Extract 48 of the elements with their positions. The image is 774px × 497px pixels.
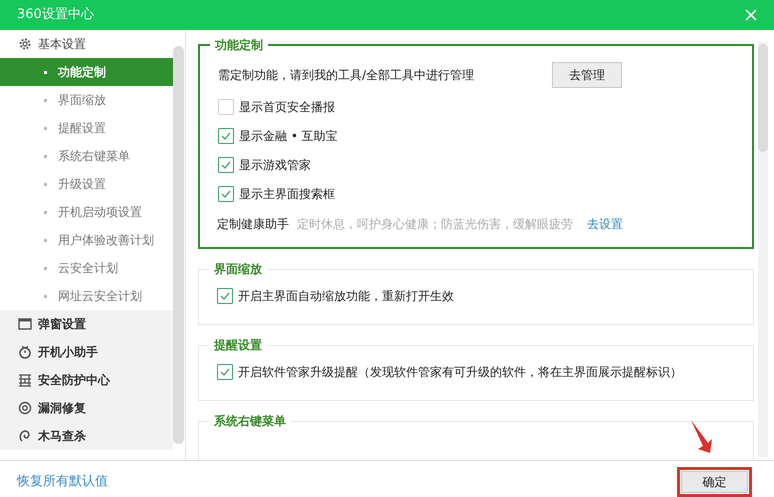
checkbox-option[interactable]: 显示主界面搜索框 (218, 184, 734, 204)
scrollbar-thumb[interactable] (173, 46, 184, 444)
checkbox[interactable] (218, 186, 234, 202)
checkbox[interactable] (218, 99, 234, 115)
settings-link[interactable]: 去设置 (587, 215, 623, 233)
sidebar-item[interactable]: 网址云安全计划 (0, 282, 173, 310)
sidebar-item[interactable]: 云安全计划 (0, 254, 173, 282)
grid-icon (18, 373, 32, 387)
sidebar-item[interactable]: 提醒设置 (0, 114, 173, 142)
gear-icon (18, 37, 32, 51)
window-title: 360设置中心 (17, 6, 94, 24)
instruction-text: 需定制功能，请到我的工具/全部工具中进行管理 (218, 67, 476, 84)
close-icon[interactable] (745, 9, 757, 21)
swirl-icon (18, 429, 32, 443)
group-title: 提醒设置 (209, 337, 267, 353)
description-text: 定时休息，呵护身心健康；防蓝光伤害，缓解眼疲劳 (297, 216, 573, 233)
sidebar-item[interactable]: 界面缩放 (0, 86, 173, 114)
sidebar-item[interactable]: 用户体验改善计划 (0, 226, 173, 254)
checkbox[interactable] (218, 157, 234, 173)
checkbox[interactable] (217, 288, 233, 304)
group-title: 界面缩放 (209, 261, 267, 277)
checkbox[interactable] (217, 364, 233, 380)
checkbox-option[interactable]: 开启主界面自动缩放功能，重新打开生效 (217, 286, 735, 306)
setting-label: 定制健康助手 (217, 216, 289, 233)
sidebar-item[interactable]: 系统右键菜单 (0, 142, 173, 170)
checkbox[interactable] (218, 128, 234, 144)
sidebar-group[interactable]: 弹窗设置 (0, 310, 173, 338)
checkbox-option[interactable]: 开启软件管家升级提醒（发现软件管家有可升级的软件，将在主界面展示提醒标识） (217, 362, 735, 382)
sidebar-item[interactable]: 升级设置 (0, 170, 173, 198)
sidebar-item[interactable]: 开机启动项设置 (0, 198, 173, 226)
manage-button[interactable]: 去管理 (552, 62, 622, 88)
checkbox-option[interactable]: 显示游戏管家 (218, 155, 734, 175)
restore-defaults-link[interactable]: 恢复所有默认值 (17, 472, 108, 492)
ring-icon (18, 401, 32, 415)
window-icon (18, 317, 32, 331)
scrollbar-thumb[interactable] (758, 44, 768, 152)
sidebar-group[interactable]: 漏洞修复 (0, 394, 173, 422)
checkbox-option[interactable]: 显示首页安全播报 (218, 97, 734, 117)
stopwatch-icon (18, 345, 32, 359)
sidebar-item[interactable]: 功能定制 (0, 58, 173, 86)
group-title: 功能定制 (210, 37, 268, 53)
group-title: 系统右键菜单 (209, 413, 291, 429)
ok-button[interactable]: 确定 (681, 471, 748, 493)
sidebar-group[interactable]: 木马查杀 (0, 422, 173, 450)
arrow-icon (690, 419, 714, 455)
sidebar-group[interactable]: 安全防护中心 (0, 366, 173, 394)
sidebar-group[interactable]: 开机小助手 (0, 338, 173, 366)
checkbox-option[interactable]: 显示金融 • 互助宝 (218, 126, 734, 146)
